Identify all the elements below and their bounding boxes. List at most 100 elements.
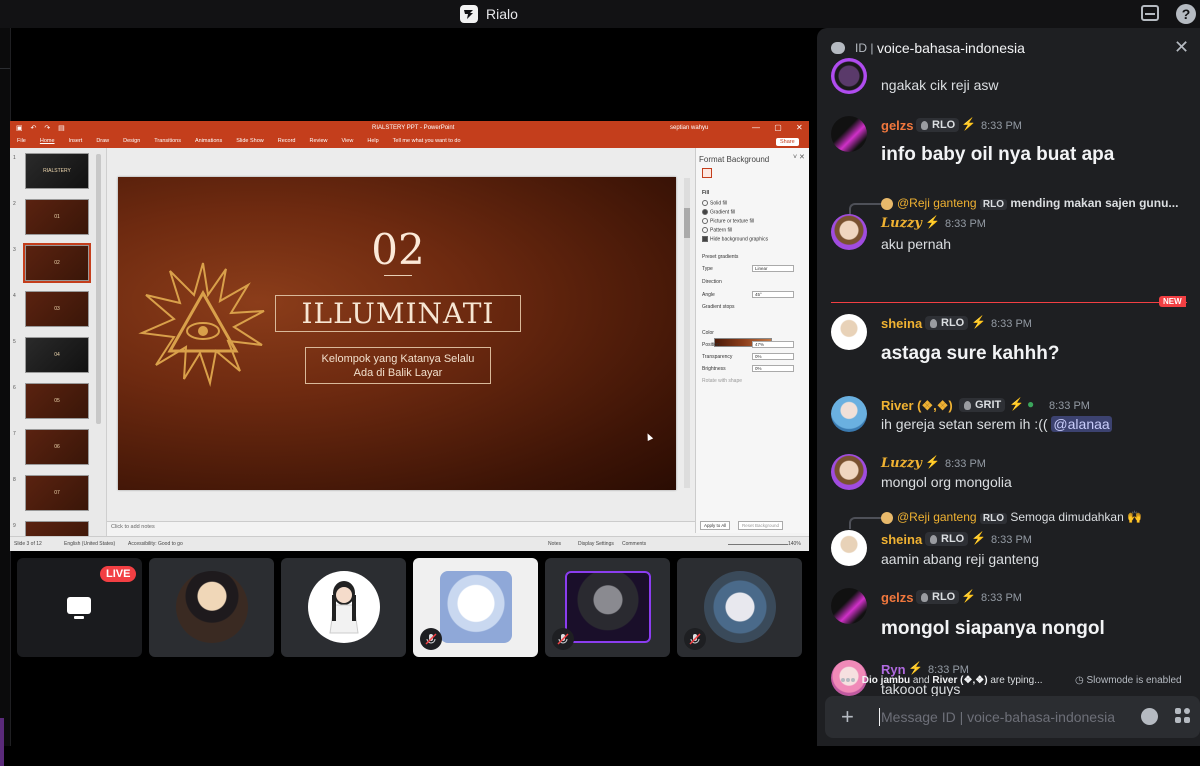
preset-label: Preset gradients [702, 254, 739, 260]
username[interactable]: sheina [881, 532, 922, 547]
username[interactable]: gelzs [881, 590, 914, 605]
participant-tile[interactable] [149, 558, 274, 657]
color-label: Color [702, 330, 714, 336]
avatar [308, 571, 380, 643]
slide-thumbnail: 03 [25, 291, 89, 327]
username[interactable]: gelzs [881, 118, 914, 133]
close-icon[interactable]: ✕ [1174, 37, 1189, 58]
slide-thumbnail: RIALSTERY [25, 153, 89, 189]
timestamp: 8:33 PM [981, 592, 1022, 604]
rotate-label: Rotate with shape [702, 378, 743, 384]
message-list: ngakak cik reji asw gelzs RLO ⚡ 8:33 PM … [817, 58, 1200, 697]
avatar[interactable] [831, 314, 867, 350]
angle-input: 45° [752, 291, 794, 298]
add-attachment-icon[interactable]: + [841, 704, 854, 730]
slide-thumbnail: 01 [25, 199, 89, 235]
reply-text: mending makan sajen gunu... [1010, 196, 1179, 210]
avatar[interactable] [831, 530, 867, 566]
status-language: English (United States) [64, 541, 116, 547]
reply-connector [849, 517, 881, 529]
rialo-role-icon: ⚡ [908, 661, 923, 675]
avatar [565, 571, 651, 643]
angle-label: Angle [702, 292, 715, 298]
reply-preview[interactable]: @Reji ganteng RLO Semoga dimudahkan 🙌 [881, 510, 1142, 524]
avatar [440, 571, 512, 643]
message-body: ih gereja setan serem ih :(( [881, 416, 1048, 432]
apps-icon[interactable] [1175, 708, 1191, 724]
avatar[interactable] [831, 396, 867, 432]
slide-title: ILLUMINATI [275, 295, 521, 332]
participant-tile[interactable] [677, 558, 802, 657]
ppt-share-button: Share [776, 138, 799, 146]
thumbnail-row: 5 04 [10, 337, 106, 375]
thumb-number: 5 [13, 339, 16, 345]
message-input[interactable]: Message ID | voice-bahasa-indonesia [881, 709, 1115, 725]
ppt-tab: Design [123, 138, 141, 144]
participant-tile[interactable] [413, 558, 538, 657]
ppt-status-bar: Slide 3 of 12 English (United States) Ac… [10, 536, 809, 551]
participant-tile[interactable] [281, 558, 406, 657]
message-composer[interactable]: + Message ID | voice-bahasa-indonesia [825, 696, 1200, 738]
ppt-tab: Help [367, 138, 379, 144]
ppt-doc-title: RIALSTERY PPT - PowerPoint [372, 125, 455, 131]
thumb-number: 4 [13, 293, 16, 299]
type-label: Type [702, 266, 713, 272]
thumbnail-row: 6 05 [10, 383, 106, 421]
slide-subtitle-line: Ada di Balik Layar [353, 367, 443, 379]
radio-icon [702, 209, 708, 215]
status-zoom: 140% [788, 541, 801, 547]
ppt-window-buttons: — ▢ ✕ [752, 123, 809, 132]
emoji-icon[interactable] [1141, 708, 1158, 725]
avatar[interactable] [831, 116, 867, 152]
thumbnail-row: 8 07 [10, 475, 106, 513]
reply-username: @Reji ganteng [897, 196, 977, 210]
radio-icon [702, 200, 708, 206]
avatar[interactable] [831, 214, 867, 250]
message-text: ih gereja setan serem ih :(( @alanaa [881, 416, 1112, 432]
format-background-pane: Format Background ˅ ✕ Fill Solid fill Gr… [695, 148, 809, 533]
mouse-cursor-icon [644, 432, 654, 441]
screen-share-stream[interactable]: ▣ ↶ ↷ ▤ RIALSTERY PPT - PowerPoint septi… [10, 121, 809, 551]
status-accessibility: Accessibility: Good to go [128, 541, 183, 547]
reply-text: Semoga dimudahkan 🙌 [1010, 510, 1143, 524]
thumbnail-row: 1 RIALSTERY [10, 153, 106, 191]
mic-muted-icon [684, 628, 706, 650]
direction-label: Direction [702, 279, 722, 285]
help-icon[interactable]: ? [1176, 4, 1196, 24]
thumbnail-row: 4 03 [10, 291, 106, 329]
reply-avatar [881, 197, 893, 210]
timestamp: 8:33 PM [1049, 400, 1090, 412]
reply-connector [849, 203, 881, 215]
username[interactable]: sheina [881, 316, 922, 331]
username[interactable]: Luzzy [881, 456, 922, 471]
typing-user: River (❖,❖) [932, 675, 988, 686]
rialo-role-icon: ⚡ [961, 117, 976, 131]
username[interactable]: Luzzy [881, 216, 922, 231]
slide-thumbnail: 04 [25, 337, 89, 373]
user-mention[interactable]: @alanaa [1051, 416, 1112, 432]
inbox-icon[interactable] [1141, 5, 1159, 21]
app-titlebar: Rialo ? [0, 0, 1200, 28]
avatar [704, 571, 776, 643]
ppt-tab: Slide Show [236, 138, 264, 144]
message-text: mongol siapanya nongol [881, 618, 1105, 639]
thumb-number: 1 [13, 155, 16, 161]
ppt-tab: Insert [68, 138, 83, 144]
new-badge: NEW [1159, 296, 1186, 307]
username[interactable]: River (❖,❖) [881, 398, 953, 414]
avatar[interactable] [831, 588, 867, 624]
ppt-tell-me: Tell me what you want to do [392, 138, 461, 144]
reply-preview[interactable]: @Reji ganteng RLO mending makan sajen gu… [881, 196, 1178, 210]
rail-server-highlight[interactable] [0, 718, 4, 766]
slide-subtitle-line: Kelompok yang Katanya Selalu [321, 353, 475, 365]
ppt-slide-thumbnails: 1 RIALSTERY 2 01 3 02 4 03 5 04 6 05 7 06 8 07 9 [10, 148, 107, 551]
thumbnail-row: 2 01 [10, 199, 106, 237]
avatar[interactable] [831, 454, 867, 490]
fill-bucket-icon [702, 168, 712, 178]
ppt-user-name: septian wahyu [670, 125, 709, 131]
rialo-role-icon: ⚡ [925, 215, 940, 229]
reply-username: @Reji ganteng [897, 510, 977, 524]
status-slide: Slide 3 of 12 [14, 541, 42, 547]
position-input: 47% [752, 341, 794, 348]
participant-tile[interactable] [545, 558, 670, 657]
